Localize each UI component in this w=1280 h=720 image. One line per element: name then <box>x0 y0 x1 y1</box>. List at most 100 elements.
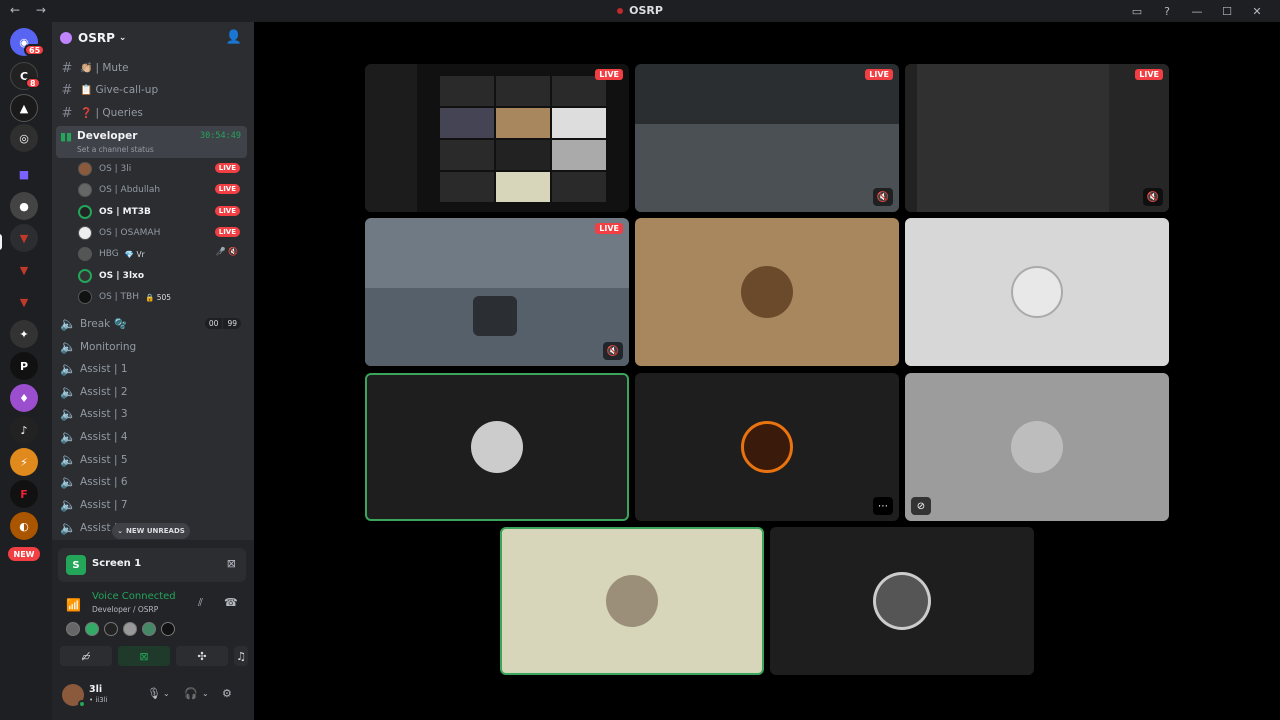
stream-content <box>635 124 899 212</box>
member-name: OS | TBH <box>99 292 139 302</box>
server-icon[interactable]: ▼ <box>10 256 38 284</box>
screen-share-button[interactable]: ⊠ <box>118 646 170 666</box>
server-icon[interactable]: F <box>10 480 38 508</box>
window-title-text: OSRP <box>629 4 663 17</box>
maximize-button[interactable]: ☐ <box>1212 2 1242 20</box>
member-tag: 🔒 505 <box>145 292 172 302</box>
signal-icon[interactable]: 📶 <box>66 598 81 612</box>
folder-icon[interactable]: ■ <box>10 160 38 188</box>
speaker-icon: 🔈 <box>60 339 77 355</box>
voice-member[interactable]: OS | 3lxo <box>78 266 244 286</box>
voice-connected-title[interactable]: Voice Connected <box>92 591 176 602</box>
volume-muted-icon[interactable]: 🔇 <box>603 342 623 360</box>
headphones-icon[interactable]: 🎧 <box>184 687 198 700</box>
channel-mute[interactable]: # 👏🏼 | Mute <box>60 58 248 78</box>
soundboard-button[interactable]: ♫ <box>234 646 248 666</box>
avatar <box>1011 421 1063 473</box>
participant-tile[interactable] <box>635 218 899 366</box>
avatar[interactable] <box>66 622 80 636</box>
participant-tile[interactable]: ⋯ <box>635 373 899 521</box>
voice-channel[interactable]: 🔈 Assist | 1 <box>60 359 248 379</box>
server-icon[interactable]: ♦ <box>10 384 38 412</box>
stream-tile[interactable]: LIVE 🔇 <box>365 218 629 366</box>
avatar <box>78 269 92 283</box>
participant-tile[interactable] <box>365 373 629 521</box>
voice-channel[interactable]: 🔈 Assist | 3 <box>60 404 248 424</box>
camera-off-icon[interactable]: ⊘ <box>911 497 931 515</box>
stream-tile[interactable]: LIVE <box>365 64 629 212</box>
server-icon[interactable]: ◎ <box>10 124 38 152</box>
voice-member[interactable]: OS | MT3B LIVE <box>78 202 244 222</box>
member-name: OS | OSAMAH <box>99 228 161 238</box>
screen-share-card[interactable]: S Screen 1 ⊠ <box>58 548 246 582</box>
volume-muted-icon[interactable]: 🔇 <box>873 188 893 206</box>
activities-button[interactable]: ✣ <box>176 646 228 666</box>
minimize-button[interactable]: — <box>1182 2 1212 20</box>
voice-channel-developer[interactable]: ▮▮ Developer 30:54:49 Set a channel stat… <box>56 126 247 158</box>
add-member-icon[interactable]: 👤 <box>226 30 242 45</box>
server-icon[interactable]: ▼ <box>10 288 38 316</box>
volume-muted-icon[interactable]: 🔇 <box>1143 188 1163 206</box>
server-icon[interactable]: ▲ <box>10 94 38 122</box>
channel-name: | Queries <box>95 107 143 119</box>
stop-stream-icon[interactable]: ⊠ <box>227 557 236 570</box>
gear-icon[interactable]: ⚙ <box>222 687 232 700</box>
chevron-down-icon[interactable]: ⌄ <box>163 689 170 698</box>
camera-toggle-button[interactable]: ▱̸ <box>60 646 112 666</box>
speaker-icon: 🔈 <box>60 316 77 332</box>
inbox-icon[interactable]: ▭ <box>1122 2 1152 20</box>
voice-member[interactable]: OS | OSAMAH LIVE <box>78 223 244 243</box>
voice-member[interactable]: OS | 3li LIVE <box>78 159 244 179</box>
voice-channel-break[interactable]: 🔈 Break 🫧 00 99 <box>60 314 248 334</box>
channel-status-prompt[interactable]: Set a channel status <box>77 145 154 154</box>
channel-queries[interactable]: # ❓ | Queries <box>60 103 248 123</box>
avatar[interactable] <box>85 622 99 636</box>
avatar[interactable] <box>161 622 175 636</box>
voice-channel[interactable]: 🔈 Assist | 4 <box>60 427 248 447</box>
participant-tile[interactable] <box>770 527 1034 675</box>
server-icon[interactable]: ◐ <box>10 512 38 540</box>
server-icon[interactable]: P <box>10 352 38 380</box>
new-unreads-button[interactable]: ⌄ NEW UNREADS <box>112 523 190 539</box>
stream-tile[interactable]: LIVE 🔇 <box>905 64 1169 212</box>
voice-channel[interactable]: 🔈 Assist | 6 <box>60 472 248 492</box>
voice-channel[interactable]: 🔈 Assist | 7 <box>60 495 248 515</box>
username[interactable]: 3li <box>89 684 102 695</box>
title-bar: ← → OSRP ▭ ? — ☐ ✕ <box>0 0 1280 22</box>
voice-member[interactable]: HBG 💎 Vr 🎤̸ 🔇 <box>78 244 244 264</box>
participant-tile[interactable] <box>905 218 1169 366</box>
osrp-server-icon[interactable]: ▼ <box>10 224 38 252</box>
server-icon[interactable]: ⚡ <box>10 448 38 476</box>
more-options-icon[interactable]: ⋯ <box>873 497 893 515</box>
avatar <box>471 421 523 473</box>
voice-member[interactable]: OS | TBH 🔒 505 <box>78 287 244 307</box>
participant-tile[interactable] <box>500 527 764 675</box>
server-icon[interactable]: ♪ <box>10 416 38 444</box>
muted-deafened-icon: 🎤̸ 🔇 <box>215 247 238 256</box>
voice-channel[interactable]: 🔈 Assist | 2 <box>60 382 248 402</box>
avatar[interactable] <box>123 622 137 636</box>
chevron-down-icon[interactable]: ⌄ <box>202 689 209 698</box>
avatar[interactable] <box>104 622 118 636</box>
server-icon[interactable]: ✦ <box>10 320 38 348</box>
hash-icon: # <box>61 82 73 98</box>
help-icon[interactable]: ? <box>1152 2 1182 20</box>
microphone-icon[interactable]: 🎙 <box>147 687 161 700</box>
avatar[interactable] <box>142 622 156 636</box>
new-badge[interactable]: NEW <box>8 547 40 561</box>
close-button[interactable]: ✕ <box>1242 2 1272 20</box>
server-icon[interactable]: ● <box>10 192 38 220</box>
voice-channel[interactable]: 🔈 Monitoring <box>60 337 248 357</box>
channel-give-call-up[interactable]: # 📋 Give-call-up <box>60 80 248 100</box>
home-icon[interactable]: ◉ 65 <box>10 28 46 56</box>
voice-member[interactable]: OS | Abdullah LIVE <box>78 180 244 200</box>
voice-connected-subtitle[interactable]: Developer / OSRP <box>92 605 158 614</box>
channel-emoji: 📋 <box>80 84 93 96</box>
guild-header[interactable]: OSRP ⌄ 👤 <box>52 22 254 54</box>
voice-channel[interactable]: 🔈 Assist | 5 <box>60 450 248 470</box>
server-icon[interactable]: C8 <box>10 62 41 90</box>
participant-tile[interactable]: ⊘ <box>905 373 1169 521</box>
noise-suppression-icon[interactable]: ⫽ <box>198 596 203 610</box>
disconnect-icon[interactable]: ☎ <box>224 596 238 609</box>
stream-tile[interactable]: LIVE 🔇 <box>635 64 899 212</box>
